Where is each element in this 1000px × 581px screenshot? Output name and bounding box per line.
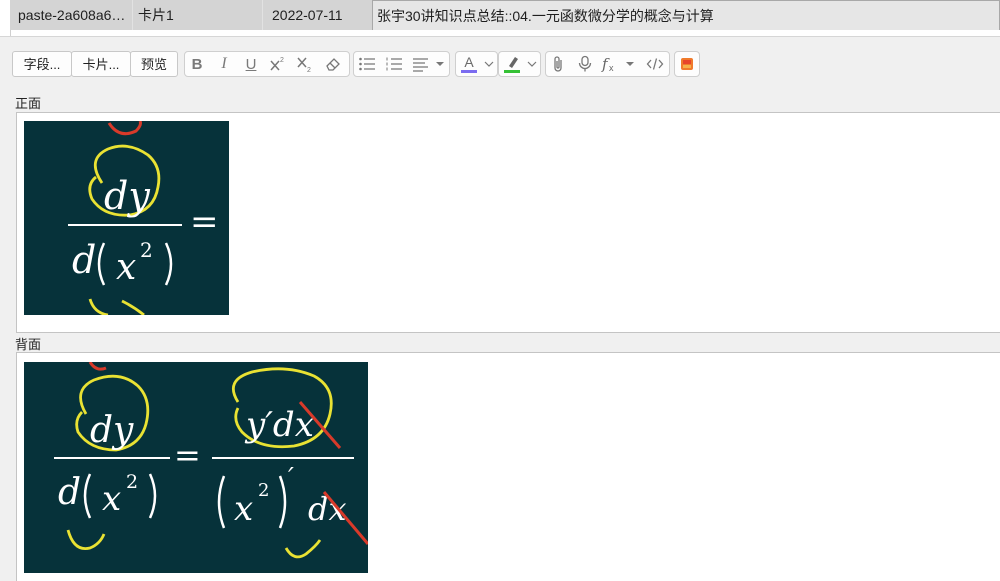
numbered-list-button[interactable] (383, 52, 405, 76)
denominator-x-text: x (116, 247, 136, 288)
editor-toolbar: 字段... 卡片... 预览 B I U 2 2 A f x (0, 48, 1000, 80)
subscript-button[interactable]: 2 (294, 52, 316, 76)
italic-button[interactable]: I (213, 52, 235, 76)
paperclip-icon (554, 56, 562, 72)
text-color-icon: A (460, 54, 478, 74)
text-color-button[interactable]: A (458, 52, 480, 76)
chevron-down-icon (484, 61, 494, 67)
format-group: B I U 2 2 (184, 51, 350, 77)
caret-down-icon (626, 62, 634, 66)
deck-cell[interactable]: 张宇30讲知识点总结::04.一元函数微分学的概念与计算 (372, 0, 1000, 30)
caret-down-icon (436, 62, 444, 66)
eraser-button[interactable] (322, 52, 344, 76)
back-exponent-text: 2 (126, 471, 138, 493)
exponent-text: 2 (140, 238, 153, 262)
addon-icon (681, 58, 693, 70)
numbered-list-icon (386, 57, 402, 71)
front-field-label: 正面 (15, 96, 42, 111)
back-numerator-text: dy (90, 410, 134, 451)
highlight-button[interactable] (501, 52, 523, 76)
subscript-icon: 2 (297, 57, 311, 73)
highlight-swatch (504, 70, 520, 73)
preview-button[interactable]: 预览 (130, 51, 178, 77)
back-denominator-d-text: d (58, 472, 81, 513)
front-formula-image[interactable]: dy d x 2 = (24, 121, 229, 315)
record-audio-button[interactable] (574, 52, 596, 76)
text-color-group: A (455, 51, 498, 77)
front-field-editor[interactable]: dy d x 2 = (16, 112, 1000, 333)
text-color-dropdown[interactable] (482, 52, 496, 76)
chevron-down-icon (527, 61, 537, 67)
underline-button[interactable]: U (240, 52, 262, 76)
list-group (353, 51, 450, 77)
rhs-numerator-text: y′dx (244, 405, 314, 445)
microphone-icon (578, 55, 592, 72)
mathjax-button[interactable]: fx (600, 52, 622, 76)
rhs-exponent-text: 2 (258, 480, 269, 501)
back-field-label: 背面 (15, 337, 42, 352)
numerator-text: dy (104, 174, 150, 218)
denominator-d-text: d (72, 238, 96, 282)
media-group: fx (545, 51, 670, 77)
align-icon (413, 58, 428, 72)
card-cell[interactable]: 卡片1 (138, 0, 258, 30)
equals-sign: = (190, 202, 219, 242)
sort-field-cell[interactable]: paste-2a608a6… (18, 0, 132, 30)
column-divider (132, 0, 133, 30)
html-editor-button[interactable] (644, 52, 666, 76)
mathjax-dropdown[interactable] (623, 52, 637, 76)
back-field-editor[interactable]: dy d x 2 = y′dx x 2 ′ dx (16, 352, 1000, 581)
back-denominator-x-text: x (102, 479, 121, 519)
fields-button[interactable]: 字段... (12, 51, 72, 77)
align-button[interactable] (410, 52, 432, 76)
highlight-group (498, 51, 541, 77)
superscript-button[interactable]: 2 (267, 52, 289, 76)
back-equals-sign: = (174, 436, 201, 474)
svg-text:x: x (609, 63, 614, 73)
cards-button[interactable]: 卡片... (71, 51, 131, 77)
highlight-dropdown[interactable] (525, 52, 539, 76)
eraser-icon (326, 58, 340, 71)
table-row-selected[interactable]: paste-2a608a6… 卡片1 2022-07-11 张宇30讲知识点总结… (10, 0, 1000, 30)
bullet-list-button[interactable] (356, 52, 378, 76)
function-icon: fx (601, 55, 614, 73)
rhs-prime-text: ′ (288, 463, 294, 493)
attach-button[interactable] (548, 52, 570, 76)
align-dropdown[interactable] (432, 52, 448, 76)
code-icon (646, 58, 664, 70)
svg-text:2: 2 (307, 67, 311, 73)
bold-icon: B (191, 55, 203, 73)
rhs-denominator-x-text: x (234, 489, 253, 529)
superscript-icon: 2 (270, 57, 284, 71)
addon-button[interactable] (676, 52, 698, 76)
back-formula-image[interactable]: dy d x 2 = y′dx x 2 ′ dx (24, 362, 368, 573)
front-formula-drawing: dy d x 2 = (68, 121, 219, 315)
italic-icon: I (221, 55, 227, 72)
browser-row-area: paste-2a608a6… 卡片1 2022-07-11 张宇30讲知识点总结… (0, 0, 1000, 37)
underline-icon: U (245, 55, 257, 73)
svg-text:2: 2 (280, 57, 284, 64)
text-color-swatch (461, 70, 477, 73)
due-cell[interactable]: 2022-07-11 (272, 0, 372, 30)
bullet-list-icon (359, 57, 375, 71)
column-divider (262, 0, 263, 30)
highlighter-icon (503, 54, 521, 74)
bold-button[interactable]: B (186, 52, 208, 76)
back-formula-drawing: dy d x 2 = y′dx x 2 ′ dx (54, 362, 368, 559)
addon-group (674, 51, 700, 77)
